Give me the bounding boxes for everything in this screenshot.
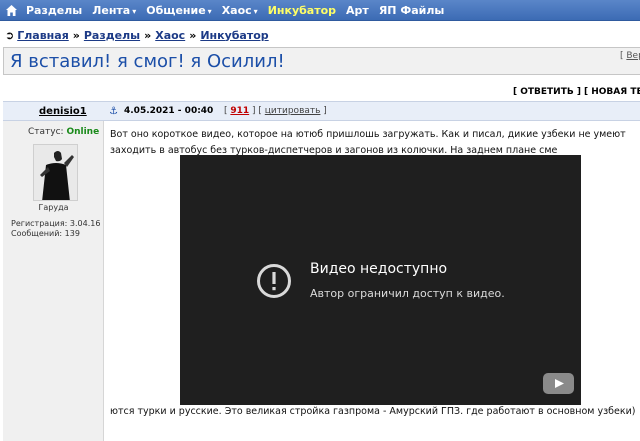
video-player[interactable]: Видео недоступно Автор ограничил доступ … — [180, 155, 581, 405]
topic-title-bar: Я вставил! я смог! я Осилил! [ Вер — [3, 47, 640, 75]
avatar[interactable] — [33, 144, 78, 201]
quote-bracket: ] — [320, 106, 327, 116]
nav-item-lenta[interactable]: Лента ▾ — [92, 4, 136, 17]
breadcrumb: ➲ Главная » Разделы » Хаос » Инкубатор — [5, 28, 269, 42]
registration-info: Регистрация: 3.04.16 Сообщений: 139 — [11, 219, 100, 239]
nav-item-razdely[interactable]: Разделы — [26, 4, 82, 17]
chevron-down-icon: ▾ — [207, 6, 212, 16]
page-title: Я вставил! я смог! я Осилил! — [10, 51, 285, 72]
nav-item-khaos[interactable]: Хаос ▾ — [222, 4, 258, 17]
topic-actions: [ ОТВЕТИТЬ ] [ НОВАЯ ТЕМ — [3, 84, 640, 100]
post-meta: [ 911 ] [ цитировать ] — [224, 106, 327, 116]
arrow-icon: ➲ — [5, 28, 15, 42]
breadcrumb-inkubator[interactable]: Инкубатор — [200, 29, 268, 42]
breadcrumb-razdely[interactable]: Разделы — [84, 29, 140, 42]
video-error-title: Видео недоступно — [310, 261, 448, 277]
breadcrumb-separator: » — [189, 28, 197, 42]
youtube-icon[interactable] — [543, 373, 574, 394]
avatar-caption: Гаруда — [38, 203, 69, 212]
version-link-wrap: [ Вер — [620, 51, 640, 61]
nav-item-art[interactable]: Арт — [346, 4, 369, 17]
new-topic-button[interactable]: [ НОВАЯ ТЕМ — [584, 87, 640, 97]
anchor-icon[interactable]: ⚓ — [109, 106, 118, 117]
status-badge: Online — [66, 127, 100, 137]
post-date: 4.05.2021 - 00:40 — [124, 106, 214, 116]
video-error-subtitle: Автор ограничил доступ к видео. — [310, 287, 505, 300]
breadcrumb-separator: » — [72, 28, 80, 42]
top-nav: Разделы Лента ▾ Общение ▾ Хаос ▾ Инкубатор … — [0, 0, 640, 21]
post-text-line: ются турки и русские. Это великая стройк… — [110, 406, 636, 417]
nav-item-yap-faily[interactable]: ЯП Файлы — [379, 4, 445, 17]
home-icon[interactable] — [5, 4, 18, 17]
author-name[interactable]: denisio1 — [39, 106, 87, 117]
registration-date: Регистрация: 3.04.16 — [11, 219, 101, 228]
reply-button[interactable]: [ ОТВЕТИТЬ ] — [513, 87, 581, 97]
chevron-down-icon: ▾ — [132, 6, 137, 16]
status-label: Статус: — [28, 127, 67, 137]
version-link[interactable]: Вер — [626, 51, 640, 61]
post-header: denisio1 ⚓ 4.05.2021 - 00:40 [ 911 ] [ ц… — [3, 101, 640, 121]
post-meta-sep: ] [ — [249, 106, 265, 116]
post-number[interactable]: 911 — [230, 106, 249, 116]
avatar-image — [34, 145, 77, 200]
user-status: Статус: Online — [28, 127, 99, 137]
nav-item-inkubator[interactable]: Инкубатор — [268, 4, 336, 17]
post-text-line: Вот оно короткое видео, которое на ютюб … — [110, 129, 626, 140]
chevron-down-icon: ▾ — [253, 6, 258, 16]
breadcrumb-home[interactable]: Главная — [17, 29, 69, 42]
message-count: Сообщений: 139 — [11, 229, 80, 238]
user-info-column: Статус: Online Гаруда Регистрация: 3.04.… — [3, 121, 104, 441]
quote-link[interactable]: цитировать — [265, 106, 321, 116]
breadcrumb-khaos[interactable]: Хаос — [155, 29, 185, 42]
nav-item-obshchenie[interactable]: Общение ▾ — [146, 4, 211, 17]
breadcrumb-separator: » — [144, 28, 152, 42]
error-icon — [257, 264, 291, 298]
